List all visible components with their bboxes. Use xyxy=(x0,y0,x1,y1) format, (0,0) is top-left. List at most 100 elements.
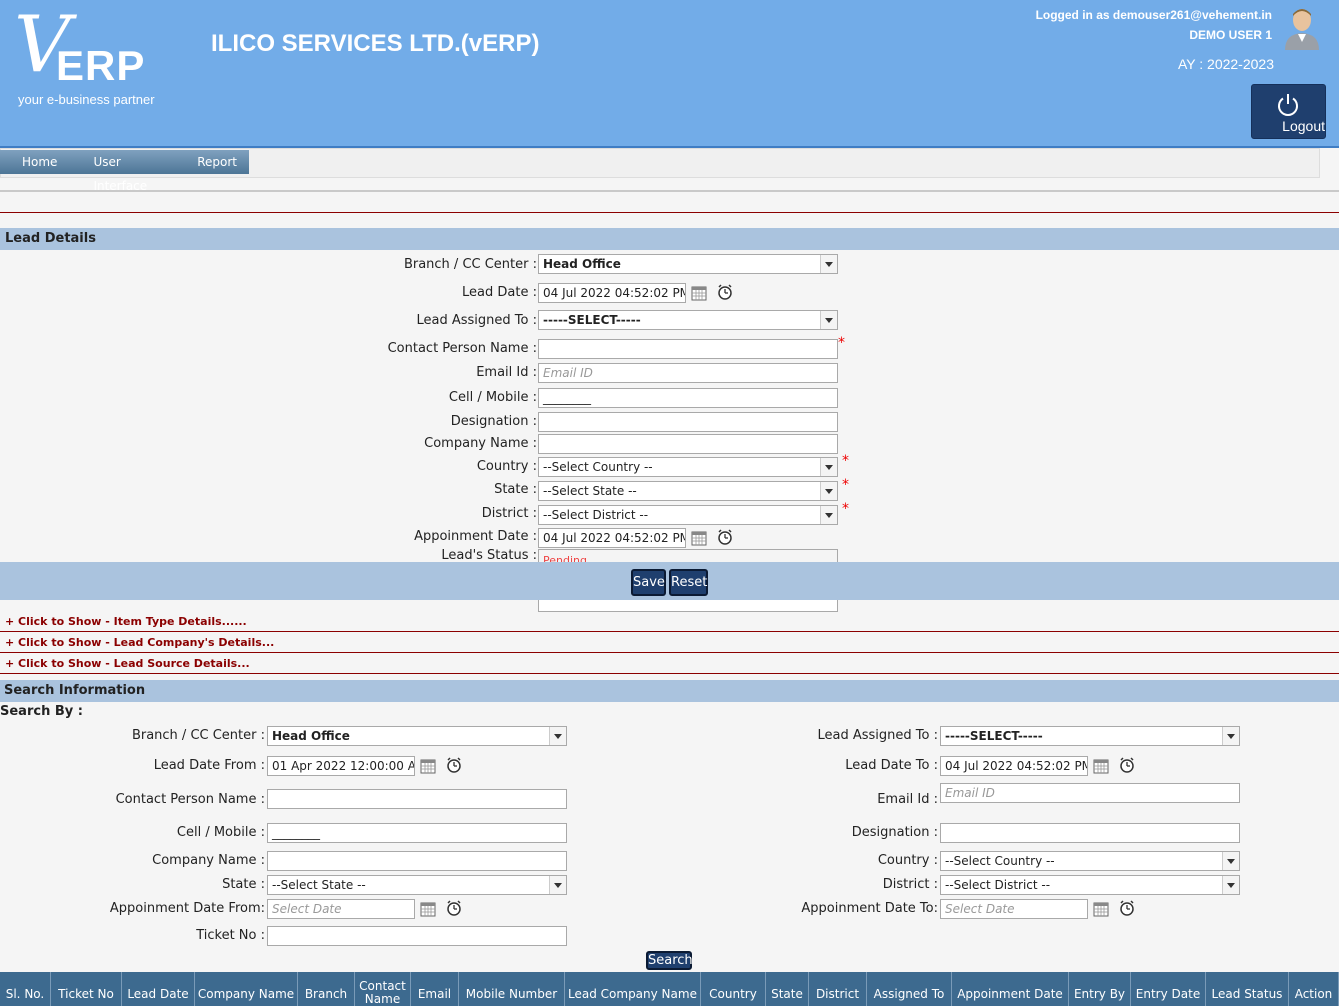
calendar-icon[interactable] xyxy=(420,901,436,917)
search-email-label: Email Id : xyxy=(877,792,938,807)
column-header[interactable]: Company Name xyxy=(195,972,298,1006)
appointment-date-from-input[interactable]: Select Date xyxy=(267,899,415,919)
lead-status-select[interactable]: Pending xyxy=(538,549,838,562)
lead-date-to-input[interactable]: 04 Jul 2022 04:52:02 PM xyxy=(940,756,1088,776)
country-label: Country : xyxy=(476,459,537,474)
search-state-select[interactable]: --Select State -- xyxy=(267,875,567,895)
branch-value: Head Office xyxy=(543,257,621,271)
lead-date-from-label: Lead Date From : xyxy=(153,758,265,773)
logged-in-text: Logged in as demouser261@vehement.in xyxy=(1035,8,1272,22)
calendar-icon[interactable] xyxy=(691,530,707,546)
search-country-value: --Select Country -- xyxy=(945,854,1055,868)
search-contact-label: Contact Person Name : xyxy=(115,792,265,807)
district-value: --Select District -- xyxy=(543,508,649,522)
column-header[interactable]: Lead Date xyxy=(122,972,195,1006)
column-header[interactable]: Lead Status xyxy=(1206,972,1289,1006)
search-district-select[interactable]: --Select District -- xyxy=(940,875,1240,895)
column-header[interactable]: Mobile Number xyxy=(459,972,565,1006)
clock-icon[interactable] xyxy=(1119,757,1135,773)
column-header[interactable]: Appoinment Date xyxy=(952,972,1069,1006)
divider xyxy=(0,212,1339,213)
clock-icon[interactable] xyxy=(717,529,733,545)
search-branch-value: Head Office xyxy=(272,729,350,743)
column-header[interactable]: Contact Name xyxy=(355,972,411,1006)
menu-item-user-interface[interactable]: User Interface xyxy=(81,150,185,193)
search-designation-input[interactable] xyxy=(940,823,1240,843)
clock-icon[interactable] xyxy=(717,284,733,300)
column-header[interactable]: State xyxy=(766,972,809,1006)
toggle-item-type-details[interactable]: + Click to Show - Item Type Details.....… xyxy=(0,612,1339,632)
calendar-icon[interactable] xyxy=(691,285,707,301)
reset-button[interactable]: Reset xyxy=(669,569,708,596)
country-select[interactable]: --Select Country -- xyxy=(538,457,838,477)
clock-icon[interactable] xyxy=(446,900,462,916)
ticket-no-input[interactable] xyxy=(267,926,567,946)
chevron-down-icon xyxy=(1222,852,1239,870)
branch-select[interactable]: Head Office xyxy=(538,254,838,274)
state-value: --Select State -- xyxy=(543,484,637,498)
column-header[interactable]: Email xyxy=(411,972,459,1006)
search-state-label: State : xyxy=(222,877,265,892)
column-header[interactable]: Sl. No. xyxy=(0,972,51,1006)
state-label: State : xyxy=(494,482,537,497)
column-header[interactable]: Entry Date xyxy=(1131,972,1206,1006)
column-header[interactable]: Branch xyxy=(298,972,355,1006)
save-button[interactable]: Save xyxy=(631,569,666,596)
academic-year: AY : 2022-2023 xyxy=(1177,56,1274,72)
clock-icon[interactable] xyxy=(446,757,462,773)
chevron-down-icon xyxy=(820,311,837,329)
column-header[interactable]: Action xyxy=(1289,972,1339,1006)
state-select[interactable]: --Select State -- xyxy=(538,481,838,501)
search-by-label: Search By : xyxy=(0,704,83,719)
search-email-input[interactable]: Email ID xyxy=(940,783,1240,803)
toggle-lead-source-details[interactable]: + Click to Show - Lead Source Details... xyxy=(0,654,1339,674)
menu-item-home[interactable]: Home xyxy=(0,150,81,174)
column-header[interactable]: Assigned To xyxy=(867,972,952,1006)
lead-date-from-input[interactable]: 01 Apr 2022 12:00:00 AM xyxy=(267,756,415,776)
clock-icon[interactable] xyxy=(1119,900,1135,916)
logout-label: Logout xyxy=(1282,118,1325,134)
company-name-input[interactable] xyxy=(538,434,838,454)
lead-date-label: Lead Date : xyxy=(462,285,537,300)
calendar-icon[interactable] xyxy=(1093,758,1109,774)
menu-item-report[interactable]: Report xyxy=(185,150,249,174)
designation-input[interactable] xyxy=(538,412,838,432)
calendar-icon[interactable] xyxy=(1093,901,1109,917)
appointment-date-to-input[interactable]: Select Date xyxy=(940,899,1088,919)
search-company-input[interactable] xyxy=(267,851,567,871)
lead-details-header: Lead Details xyxy=(0,228,1339,250)
email-input[interactable]: Email ID xyxy=(538,363,838,383)
calendar-icon[interactable] xyxy=(420,758,436,774)
column-header[interactable]: Lead Company Name xyxy=(565,972,701,1006)
lead-date-input[interactable]: 04 Jul 2022 04:52:02 PM xyxy=(538,283,686,303)
required-mark: * xyxy=(838,335,845,351)
search-button[interactable]: Search xyxy=(646,951,693,970)
country-value: --Select Country -- xyxy=(543,460,653,474)
toggle-lead-company-details[interactable]: + Click to Show - Lead Company's Details… xyxy=(0,633,1339,653)
lead-assigned-select[interactable]: -----SELECT----- xyxy=(538,310,838,330)
column-header[interactable]: Country xyxy=(701,972,766,1006)
district-select[interactable]: --Select District -- xyxy=(538,505,838,525)
email-label: Email Id : xyxy=(476,365,537,380)
appointment-date-to-label: Appoinment Date To: xyxy=(801,901,938,916)
column-header[interactable]: Entry By xyxy=(1069,972,1131,1006)
search-branch-select[interactable]: Head Office xyxy=(267,726,567,746)
search-cell-input[interactable]: ________ xyxy=(267,823,567,843)
search-branch-label: Branch / CC Center : xyxy=(131,728,265,743)
required-mark: * xyxy=(842,477,849,493)
column-header[interactable]: District xyxy=(809,972,867,1006)
appointment-date-input[interactable]: 04 Jul 2022 04:52:02 PM xyxy=(538,528,686,548)
power-icon xyxy=(1278,94,1298,116)
search-country-select[interactable]: --Select Country -- xyxy=(940,851,1240,871)
search-district-value: --Select District -- xyxy=(945,878,1051,892)
search-contact-input[interactable] xyxy=(267,789,567,809)
logout-button[interactable]: Logout xyxy=(1251,84,1326,139)
column-header[interactable]: Ticket No xyxy=(51,972,122,1006)
required-mark: * xyxy=(842,501,849,517)
designation-label: Designation : xyxy=(450,414,537,429)
user-name: DEMO USER 1 xyxy=(1189,28,1272,42)
cell-input[interactable]: ________ xyxy=(538,388,838,408)
search-assigned-select[interactable]: -----SELECT----- xyxy=(940,726,1240,746)
required-mark: * xyxy=(842,453,849,469)
contact-person-input[interactable] xyxy=(538,339,838,359)
